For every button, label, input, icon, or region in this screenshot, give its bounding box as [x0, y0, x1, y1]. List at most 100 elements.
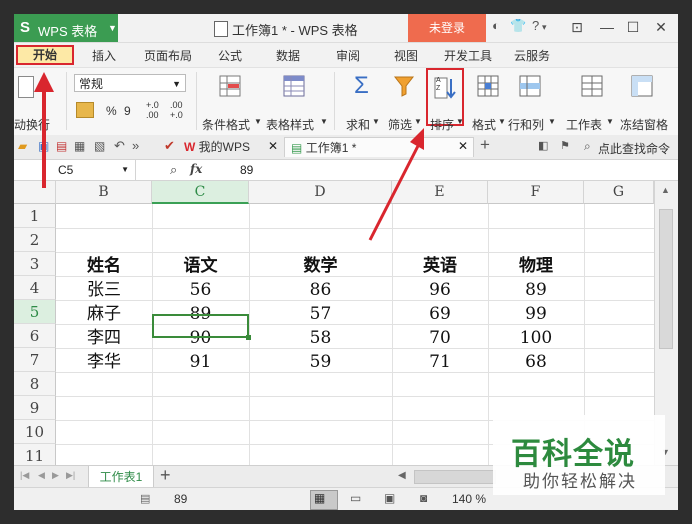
table-style-button[interactable]: 表格样式: [266, 116, 314, 133]
row-header-9[interactable]: 9: [14, 396, 56, 420]
cell-d4[interactable]: 86: [249, 278, 392, 302]
save-icon[interactable]: ▣: [38, 139, 49, 153]
column-header-e[interactable]: E: [392, 181, 488, 204]
row-header-10[interactable]: 10: [14, 420, 56, 444]
row-header-8[interactable]: 8: [14, 372, 56, 396]
row-header-1[interactable]: 1: [14, 204, 56, 228]
horizontal-scroll-thumb[interactable]: [414, 470, 496, 484]
command-search[interactable]: 点此查找命令: [598, 140, 670, 157]
row-header-6[interactable]: 6: [14, 324, 56, 348]
tab-view[interactable]: 视图: [394, 47, 418, 64]
export-pdf-icon[interactable]: ▤: [56, 139, 67, 153]
comma-button[interactable]: 9: [124, 104, 131, 118]
first-sheet-icon[interactable]: |◀: [20, 470, 29, 481]
tab-review[interactable]: 审阅: [336, 47, 360, 64]
page-layout-view-icon[interactable]: ▭: [350, 491, 361, 505]
skin-icon[interactable]: ◐: [492, 18, 500, 33]
reading-mode-icon[interactable]: ◙: [420, 491, 427, 505]
shirt-icon[interactable]: 👕: [510, 18, 526, 34]
cell-e3[interactable]: 英语: [392, 254, 488, 278]
cell-f7[interactable]: 68: [488, 350, 584, 374]
sheet-tab-1[interactable]: 工作表1: [88, 466, 154, 488]
chevron-down-icon[interactable]: ▼: [121, 160, 129, 180]
cell-c7[interactable]: 91: [152, 350, 249, 374]
last-sheet-icon[interactable]: ▶|: [66, 470, 75, 481]
row-header-4[interactable]: 4: [14, 276, 56, 300]
column-header-f[interactable]: F: [488, 181, 584, 204]
decrease-decimal-button[interactable]: .00 +.0: [170, 100, 192, 120]
help-button[interactable]: ?: [532, 18, 539, 33]
currency-icon[interactable]: [76, 102, 94, 118]
percent-button[interactable]: %: [106, 104, 117, 118]
minimize-button[interactable]: —: [594, 17, 620, 37]
login-button[interactable]: 未登录: [408, 14, 486, 42]
increase-decimal-button[interactable]: +.0 .00: [146, 100, 168, 120]
maximize-button[interactable]: ☐: [620, 17, 646, 37]
fill-handle[interactable]: [246, 335, 251, 340]
select-all-corner[interactable]: [14, 181, 56, 204]
tab-developer[interactable]: 开发工具: [444, 47, 492, 64]
cell-d3[interactable]: 数学: [249, 254, 392, 278]
cell-f3[interactable]: 物理: [488, 254, 584, 278]
cell-b6[interactable]: 李四: [56, 326, 152, 350]
row-header-5[interactable]: 5: [14, 300, 56, 324]
tab-data[interactable]: 数据: [276, 47, 300, 64]
more-icon[interactable]: »: [132, 138, 139, 153]
cell-d5[interactable]: 57: [249, 302, 392, 326]
worksheet-button[interactable]: 工作表: [566, 116, 602, 133]
cell-f5[interactable]: 99: [488, 302, 584, 326]
tab-page-layout[interactable]: 页面布局: [144, 47, 192, 64]
page-break-view-icon[interactable]: ▣: [384, 491, 395, 505]
cell-c3[interactable]: 语文: [152, 254, 249, 278]
formula-input[interactable]: 89: [240, 163, 253, 177]
row-header-2[interactable]: 2: [14, 228, 56, 252]
print-icon[interactable]: ▦: [74, 139, 85, 153]
row-header-7[interactable]: 7: [14, 348, 56, 372]
print-preview-icon[interactable]: ▧: [94, 139, 105, 153]
restore-ribbon-icon[interactable]: ⊡: [564, 17, 590, 37]
close-tab-icon[interactable]: ✕: [268, 139, 278, 153]
freeze-panes-button[interactable]: 冻结窗格: [620, 116, 668, 133]
column-header-b[interactable]: B: [56, 181, 152, 204]
undo-icon[interactable]: ↶: [114, 138, 125, 154]
cell-e7[interactable]: 71: [392, 350, 488, 374]
sum-button[interactable]: 求和: [346, 116, 370, 133]
open-folder-icon[interactable]: ▰: [18, 139, 27, 153]
new-tab-button[interactable]: +: [480, 135, 490, 155]
zoom-formula-icon[interactable]: ⌕: [170, 162, 177, 178]
column-header-c[interactable]: C: [152, 181, 249, 204]
add-sheet-button[interactable]: +: [160, 465, 171, 486]
name-box[interactable]: C5 ▼: [14, 160, 136, 180]
next-sheet-icon[interactable]: ▶: [52, 470, 59, 481]
cell-f4[interactable]: 89: [488, 278, 584, 302]
doc-tab-workbook[interactable]: ▤ 工作簿1 *: [284, 137, 474, 157]
cell-b5[interactable]: 麻子: [56, 302, 152, 326]
cell-e4[interactable]: 96: [392, 278, 488, 302]
scroll-up-icon[interactable]: ▲: [661, 185, 670, 195]
format-button[interactable]: 格式: [472, 116, 496, 133]
cell-d7[interactable]: 59: [249, 350, 392, 374]
cell-b7[interactable]: 李华: [56, 350, 152, 374]
filter-button[interactable]: 筛选: [388, 116, 412, 133]
wrap-text-button[interactable]: 动换行: [14, 116, 50, 133]
conditional-format-button[interactable]: 条件格式: [202, 116, 250, 133]
tab-formula[interactable]: 公式: [218, 47, 242, 64]
app-menu-button[interactable]: S WPS 表格 ▼: [14, 14, 118, 42]
insert-function-button[interactable]: fx: [190, 162, 202, 176]
column-header-g[interactable]: G: [584, 181, 654, 204]
prev-sheet-icon[interactable]: ◀: [38, 470, 45, 481]
cell-c4[interactable]: 56: [152, 278, 249, 302]
cell-d6[interactable]: 58: [249, 326, 392, 350]
hscroll-left-icon[interactable]: ◀: [398, 470, 406, 481]
cell-f6[interactable]: 100: [488, 326, 584, 350]
help-dropdown-icon[interactable]: ▾: [542, 22, 547, 33]
tab-home[interactable]: 开始: [16, 45, 74, 65]
row-header-11[interactable]: 11: [14, 444, 56, 465]
tab-list-icon[interactable]: ◧: [538, 139, 548, 152]
doc-tab-mywps[interactable]: W 我的WPS: [184, 137, 250, 157]
tab-cloud[interactable]: 云服务: [514, 47, 550, 64]
flag-icon[interactable]: ⚑: [560, 139, 570, 152]
cell-b4[interactable]: 张三: [56, 278, 152, 302]
number-format-select[interactable]: 常规 ▼: [74, 74, 186, 92]
column-header-d[interactable]: D: [249, 181, 392, 204]
